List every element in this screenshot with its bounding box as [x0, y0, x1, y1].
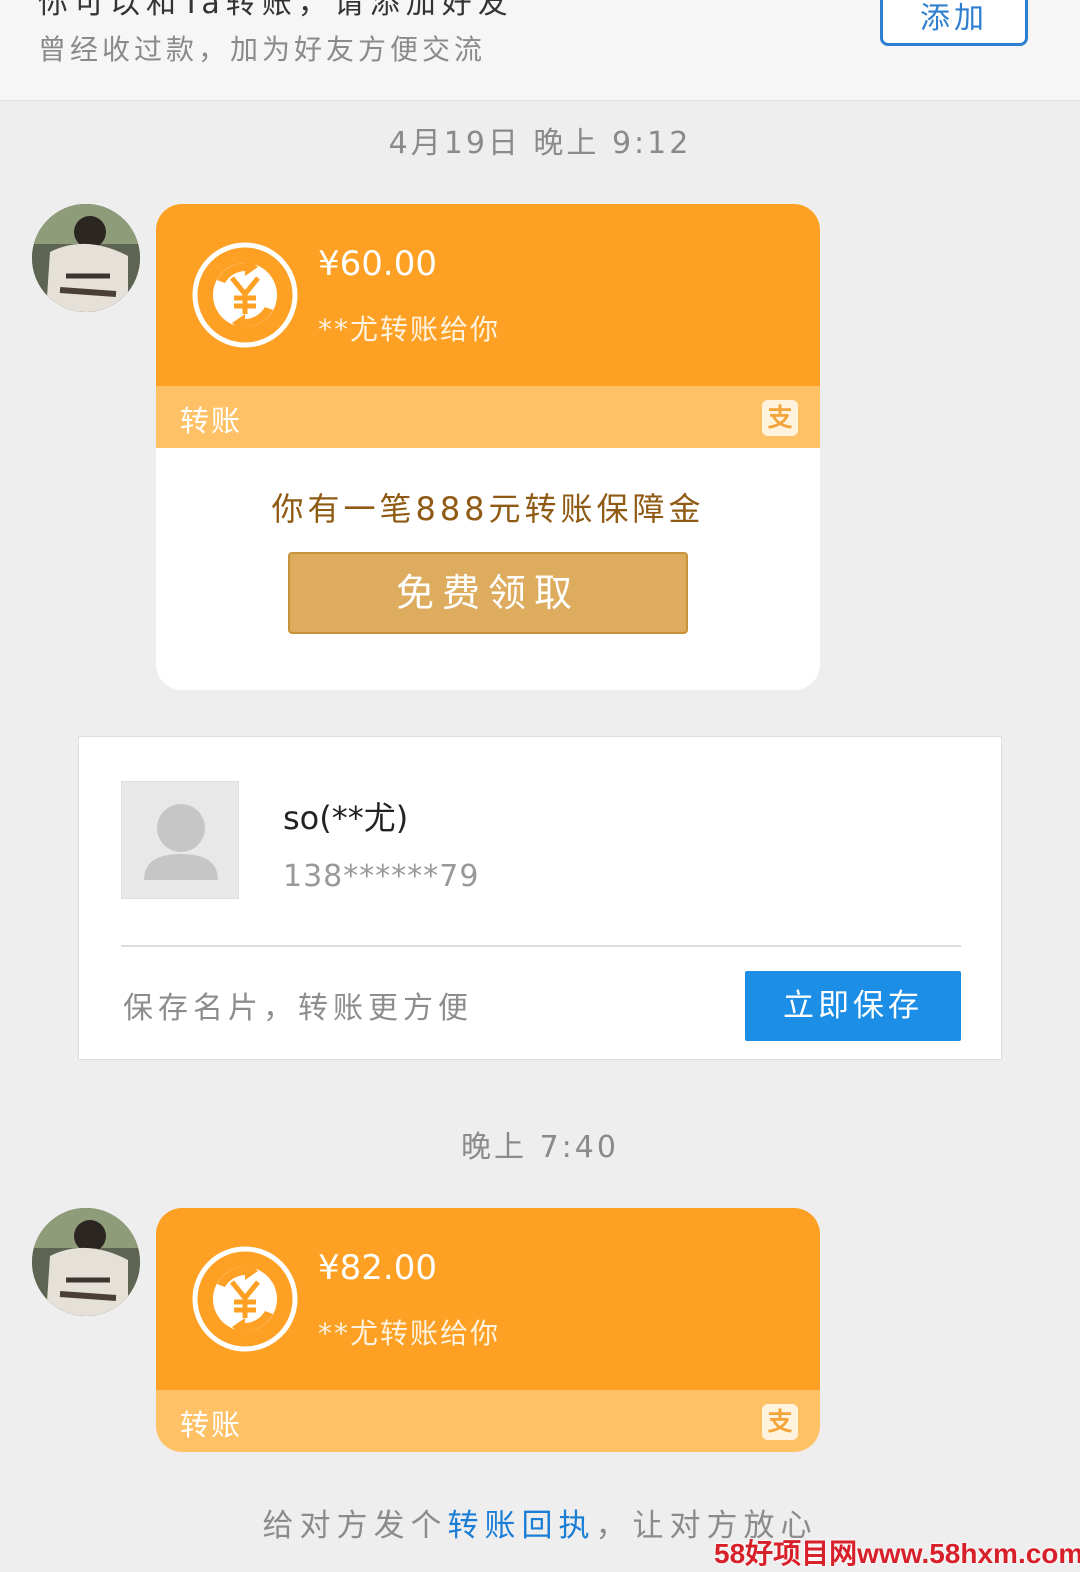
contact-phone: 138******79 [283, 859, 480, 894]
friend-prompt-subtitle: 曾经收过款，加为好友方便交流 [38, 33, 487, 66]
friend-prompt-bar: 你可以和Ta转账，请添加好友 曾经收过款，加为好友方便交流 添加 [0, 0, 1080, 101]
divider [121, 945, 961, 947]
transfer-yuan-icon [192, 1246, 298, 1352]
avatar-photo-icon [32, 1208, 140, 1316]
transfer-card-strip: 转账 支 [156, 386, 820, 448]
transfer-amount: ¥60.00 [318, 244, 437, 284]
transfer-card-strip: 转账 支 [156, 1390, 820, 1452]
save-contact-button[interactable]: 立即保存 [745, 971, 961, 1041]
receipt-prefix: 给对方发个 [262, 1508, 448, 1544]
transfer-yuan-icon [192, 242, 298, 348]
avatar-photo-icon [32, 204, 140, 312]
contact-name: so(**尤) [283, 799, 409, 837]
watermark: 58好项目网www.58hxm.com [714, 1538, 1080, 1569]
transfer-type-label: 转账 [180, 1408, 243, 1442]
message-timestamp: 4月19日 晚上 9:12 [388, 126, 692, 161]
save-tip: 保存名片，转账更方便 [123, 991, 473, 1026]
message-timestamp: 晚上 7:40 [461, 1130, 619, 1165]
transfer-type-label: 转账 [180, 404, 243, 438]
bonus-text: 你有一笔888元转账保障金 [271, 490, 705, 528]
alipay-icon: 支 [762, 400, 798, 436]
alipay-icon: 支 [762, 1404, 798, 1440]
default-user-icon [144, 804, 218, 880]
sender-avatar[interactable] [32, 1208, 140, 1316]
contact-card[interactable]: so(**尤) 138******79 保存名片，转账更方便 立即保存 [78, 736, 1002, 1060]
add-friend-button[interactable]: 添加 [880, 0, 1028, 46]
friend-prompt-title: 你可以和Ta转账，请添加好友 [38, 0, 514, 21]
contact-avatar [121, 781, 239, 899]
transfer-sender-text: **尤转账给你 [318, 1317, 501, 1350]
transfer-card[interactable]: ¥60.00 **尤转账给你 转账 支 你有一笔888元转账保障金 免费领取 [156, 204, 820, 690]
transfer-sender-text: **尤转账给你 [318, 313, 501, 346]
sender-avatar[interactable] [32, 204, 140, 312]
transfer-card-header: ¥60.00 **尤转账给你 [156, 204, 820, 386]
transfer-card-header: ¥82.00 **尤转账给你 [156, 1208, 820, 1390]
bonus-section: 你有一笔888元转账保障金 免费领取 [156, 448, 820, 690]
transfer-card[interactable]: ¥82.00 **尤转账给你 转账 支 [156, 1208, 820, 1452]
transfer-amount: ¥82.00 [318, 1248, 437, 1288]
claim-free-button[interactable]: 免费领取 [288, 552, 688, 634]
transfer-receipt-link[interactable]: 转账回执 [448, 1508, 596, 1544]
